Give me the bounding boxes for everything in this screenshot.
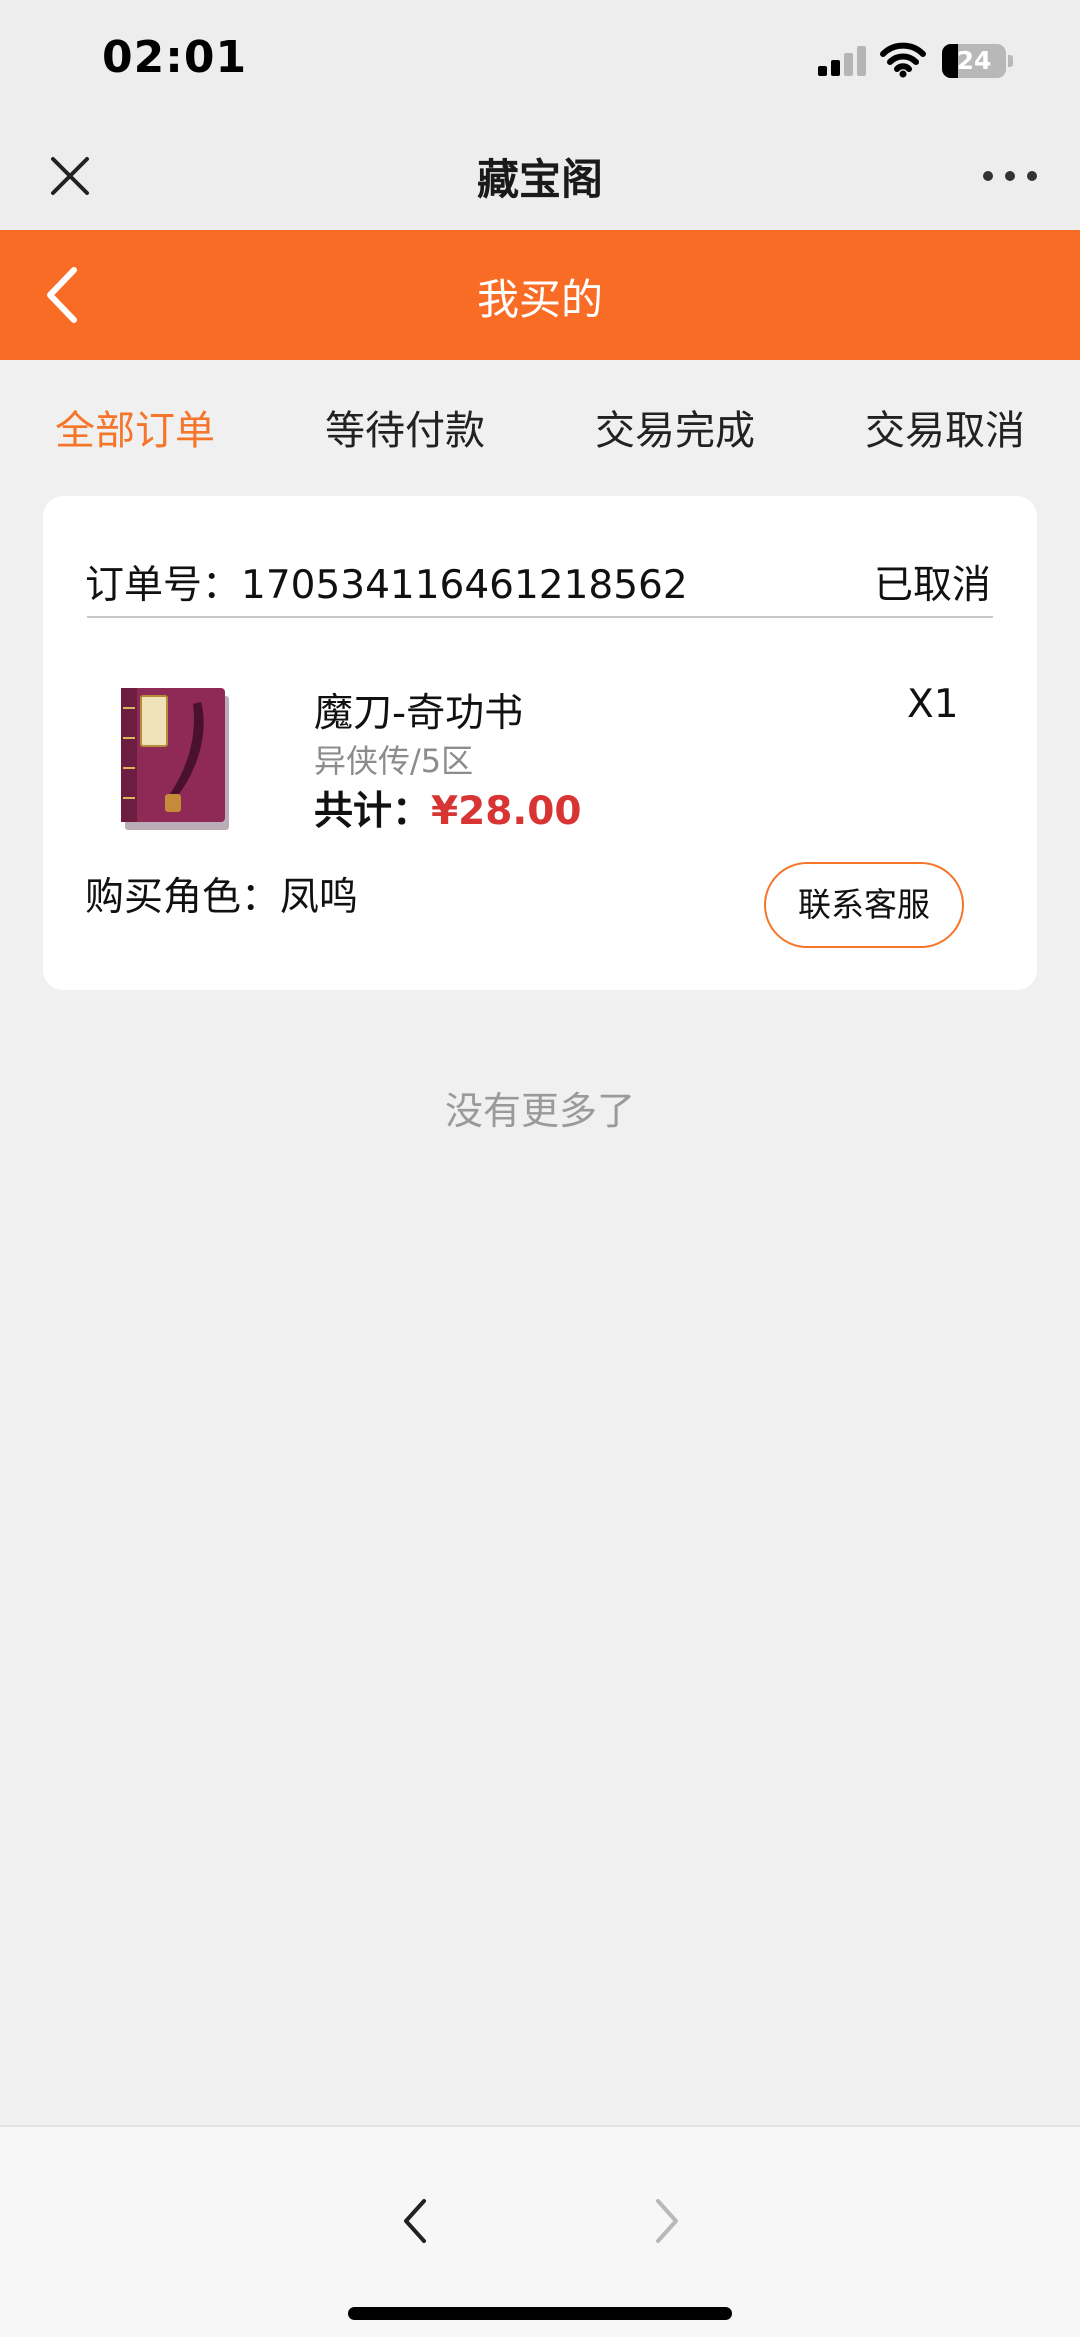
quantity: X1 bbox=[907, 682, 959, 727]
app-title: 藏宝阁 bbox=[476, 155, 603, 204]
title-bar: 藏宝阁 bbox=[0, 120, 1080, 230]
total-row: 共计：¥28.00 bbox=[314, 780, 582, 836]
page-header: 我买的 bbox=[0, 230, 1080, 360]
order-card: 订单号：170534116461218562 已取消 魔刀-奇功书 异侠传/5区… bbox=[43, 496, 1037, 990]
product-server: 异侠传/5区 bbox=[314, 742, 474, 780]
chevron-left-icon[interactable] bbox=[390, 2189, 440, 2253]
home-indicator bbox=[348, 2307, 732, 2320]
divider bbox=[87, 616, 993, 618]
order-status: 已取消 bbox=[873, 563, 991, 608]
order-tabs: 全部订单 等待付款 交易完成 交易取消 bbox=[0, 398, 1080, 462]
battery-nub bbox=[1008, 55, 1013, 67]
tab-completed[interactable]: 交易完成 bbox=[540, 398, 810, 456]
cellular-signal-icon bbox=[818, 46, 866, 76]
page-title: 我买的 bbox=[476, 275, 603, 324]
product-name: 魔刀-奇功书 bbox=[314, 691, 524, 736]
tab-cancelled[interactable]: 交易取消 bbox=[810, 398, 1080, 456]
battery-body: 24 bbox=[942, 44, 1006, 78]
wifi-icon bbox=[880, 42, 926, 78]
status-bar: 02:01 24 bbox=[0, 0, 1080, 120]
no-more-text: 没有更多了 bbox=[444, 1089, 635, 1133]
browser-bottom-bar bbox=[0, 2125, 1080, 2337]
battery-icon: 24 bbox=[942, 44, 1014, 78]
status-time: 02:01 bbox=[102, 32, 248, 83]
more-icon[interactable] bbox=[978, 146, 1042, 206]
total-label: 共计： bbox=[314, 789, 432, 834]
buyer-role: 购买角色：凤鸣 bbox=[85, 875, 359, 920]
total-price: ¥28.00 bbox=[431, 789, 582, 834]
chevron-right-icon[interactable] bbox=[642, 2189, 692, 2253]
tab-all-orders[interactable]: 全部订单 bbox=[0, 398, 270, 456]
order-number: 订单号：170534116461218562 bbox=[85, 563, 688, 608]
page: 02:01 24 藏宝阁 我买的 全部订单 等待付款 交易完成 交易取消 订单号… bbox=[0, 0, 1080, 2337]
skill-book-image bbox=[121, 688, 229, 830]
contact-support-button[interactable]: 联系客服 bbox=[764, 862, 964, 948]
battery-level: 24 bbox=[956, 46, 992, 75]
tab-awaiting-payment[interactable]: 等待付款 bbox=[270, 398, 540, 456]
